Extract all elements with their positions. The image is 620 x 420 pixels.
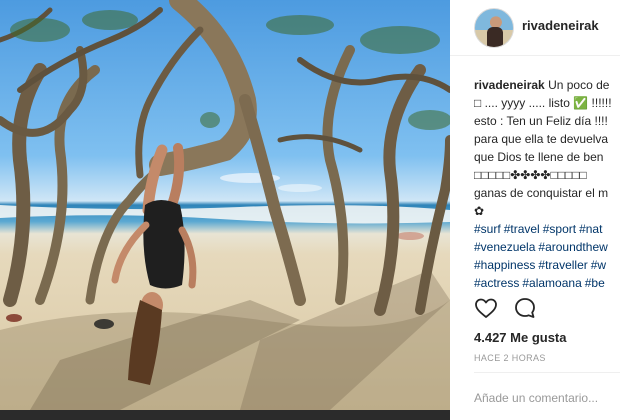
- hashtag-link[interactable]: #venezuela: [474, 240, 535, 254]
- post-photo[interactable]: [0, 0, 450, 410]
- hashtag-link[interactable]: #travel: [504, 222, 540, 236]
- beach-tree-illustration: [0, 0, 450, 410]
- hashtag-line: #venezuela #aroundthew: [474, 238, 620, 256]
- caption-line: para que ella te devuelva: [474, 132, 609, 146]
- post-header: rivadeneirak: [450, 0, 620, 56]
- hashtag-link[interactable]: #alamoana: [522, 276, 581, 288]
- hashtag-link[interactable]: #happiness: [474, 258, 535, 272]
- hashtag-line: #happiness #traveller #w: [474, 256, 620, 274]
- post-caption: rivadeneirak Un poco de □ .... yyyy ....…: [474, 76, 620, 288]
- caption-line: rivadeneirak Un poco de: [474, 76, 620, 94]
- caption-username[interactable]: rivadeneirak: [474, 78, 545, 92]
- caption-line: ganas de conquistar el m: [474, 186, 609, 200]
- caption-line: □□□□□✤✤✤✤□□□□□: [474, 168, 587, 182]
- post-timestamp[interactable]: HACE 2 HORAS: [474, 353, 546, 363]
- hashtag-link[interactable]: #aroundthew: [538, 240, 607, 254]
- photo-bottom-strip: [0, 410, 450, 420]
- hashtag-link[interactable]: #be: [585, 276, 605, 288]
- post-side-panel: rivadeneirak rivadeneirak Un poco de □ .…: [450, 0, 620, 420]
- hashtag-link[interactable]: #traveller: [538, 258, 587, 272]
- speech-bubble-icon[interactable]: [513, 296, 537, 320]
- caption-line: □ .... yyyy ..... listo ✅ !!!!!!: [474, 96, 612, 110]
- avatar[interactable]: [474, 8, 514, 48]
- caption-text: Un poco de: [548, 78, 610, 92]
- hashtag-link[interactable]: #w: [591, 258, 606, 272]
- header-username[interactable]: rivadeneirak: [522, 18, 599, 33]
- heart-outline-icon[interactable]: [474, 296, 498, 320]
- caption-line: que Dios te llene de ben: [474, 150, 604, 164]
- hashtag-link[interactable]: #nat: [579, 222, 602, 236]
- caption-line: esto : Ten un Feliz día !!!!: [474, 114, 608, 128]
- hashtag-line: #surf #travel #sport #nat: [474, 220, 620, 238]
- comment-divider: [474, 372, 620, 373]
- hashtag-link[interactable]: #surf: [474, 222, 501, 236]
- hashtag-line: #actress #alamoana #be: [474, 274, 620, 288]
- hashtag-link[interactable]: #sport: [543, 222, 576, 236]
- hashtag-link[interactable]: #actress: [474, 276, 519, 288]
- likes-count[interactable]: 4.427 Me gusta: [474, 330, 567, 345]
- caption-line: ✿: [474, 204, 485, 218]
- comment-input[interactable]: [474, 388, 620, 408]
